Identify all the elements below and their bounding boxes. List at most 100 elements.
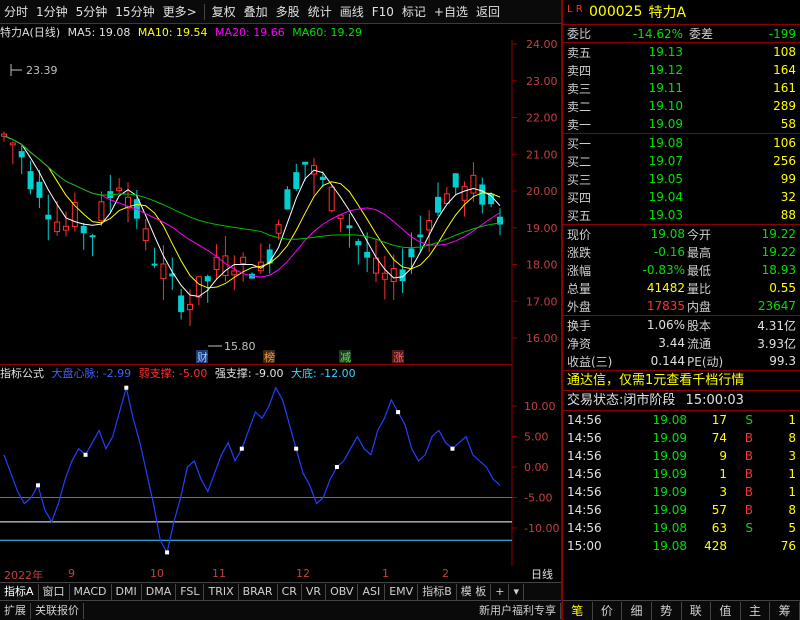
- ma60-line: [3, 135, 501, 249]
- candle-body: [116, 187, 123, 192]
- candle-body: [452, 173, 459, 188]
- signal-marker: [83, 452, 88, 457]
- candle-body: [27, 171, 34, 190]
- stock-period-label: 特力A(日线): [0, 26, 61, 39]
- tab-value[interactable]: 值: [711, 601, 741, 620]
- date-tick: 2: [442, 567, 449, 580]
- tab-brar[interactable]: BRAR: [239, 583, 278, 600]
- toolbar-f10[interactable]: F10: [368, 1, 398, 23]
- tab-vr[interactable]: VR: [302, 583, 327, 600]
- order-row-buy1[interactable]: 买一 19.08 106: [563, 134, 800, 152]
- tab-macd[interactable]: MACD: [70, 583, 112, 600]
- signal-marker: [294, 446, 299, 451]
- date-tick: 1: [382, 567, 389, 580]
- date-tick: 11: [212, 567, 226, 580]
- buy-book: 买一 19.08 106 买二 19.07 256 买三 19.05 99 买四 19.04 3…: [563, 133, 800, 224]
- order-row-buy2[interactable]: 买二 19.07 256: [563, 152, 800, 170]
- order-row-sell3[interactable]: 卖三 19.11 161: [563, 79, 800, 97]
- tab-dma[interactable]: DMA: [142, 583, 177, 600]
- period-button[interactable]: 日线: [531, 566, 553, 582]
- tab-trend[interactable]: 势: [652, 601, 682, 620]
- toolbar-diejia[interactable]: 叠加: [240, 1, 272, 23]
- tab-template[interactable]: 模 板: [457, 583, 492, 600]
- price-axis-label: 24.00: [526, 38, 558, 51]
- toolbar-duogu[interactable]: 多股: [272, 1, 304, 23]
- tab-trix[interactable]: TRIX: [204, 583, 239, 600]
- ind-axis-label: 5.00: [524, 431, 549, 444]
- candle-body: [426, 220, 433, 231]
- tab-chips[interactable]: 筹: [770, 601, 800, 620]
- weicha-label: 委差: [689, 27, 714, 41]
- toolbar-biaoji[interactable]: 标记: [398, 1, 430, 23]
- tab-price[interactable]: 价: [593, 601, 623, 620]
- event-label-cai: 财: [197, 350, 208, 364]
- tab-window[interactable]: 窗口: [39, 583, 70, 600]
- order-row-sell4[interactable]: 卖四 19.12 164: [563, 61, 800, 79]
- stock-name: 特力A: [648, 5, 687, 21]
- tab-dmi[interactable]: DMI: [112, 583, 142, 600]
- date-tick: 12: [296, 567, 310, 580]
- toolbar-huaxian[interactable]: 画线: [336, 1, 368, 23]
- toolbar-fenshi[interactable]: 分时: [0, 1, 32, 23]
- tick-row: 14:56 19.09 9 B 3: [567, 449, 796, 463]
- tab-dropdown[interactable]: ▾: [509, 583, 524, 600]
- order-row-sell2[interactable]: 卖二 19.10 289: [563, 97, 800, 115]
- order-row-sell5[interactable]: 卖五 19.13 108: [563, 43, 800, 61]
- indicator-legend: 指标公式 大盘心脉: -2.99 弱支撑: -5.00 强支撑: -9.00 大…: [0, 364, 512, 382]
- tab-main[interactable]: 主: [741, 601, 771, 620]
- tab-link[interactable]: 联: [682, 601, 712, 620]
- order-row-sell1[interactable]: 卖一 19.09 58: [563, 115, 800, 133]
- indicator-legend-l4: 大底: -12.00: [291, 367, 356, 380]
- tab-add[interactable]: +: [491, 583, 510, 600]
- candle-body: [213, 256, 220, 270]
- toolbar-5min[interactable]: 5分钟: [72, 1, 112, 23]
- candle-body: [187, 303, 193, 311]
- candle-body: [408, 248, 415, 258]
- candle-body: [178, 295, 185, 313]
- candle-body: [1, 133, 7, 137]
- toolbar-add-favorite[interactable]: +自选: [430, 1, 472, 23]
- order-row-buy5[interactable]: 买五 19.03 88: [563, 206, 800, 224]
- related-quotes-button[interactable]: 关联报价: [31, 602, 84, 619]
- tick-row: 14:56 19.08 63 S 5: [567, 521, 796, 535]
- promo-banner[interactable]: 通达信，仅需1元查看千档行情: [563, 370, 800, 390]
- indicator-chart[interactable]: 10.00 5.00 0.00 -5.00 -10.00: [0, 364, 561, 566]
- candle-body: [54, 221, 61, 233]
- candle-body: [381, 272, 388, 280]
- tab-indicator-b[interactable]: 指标B: [418, 583, 457, 600]
- tab-cr[interactable]: CR: [278, 583, 302, 600]
- quote-row-change: 涨跌 -0.16 最高 19.22: [567, 245, 796, 260]
- candle-body: [151, 263, 158, 266]
- tab-indicator-a[interactable]: 指标A: [0, 583, 39, 600]
- toolbar-fuquan[interactable]: 复权: [208, 1, 240, 23]
- candle-body: [461, 185, 468, 201]
- trade-status: 交易状态:闭市阶段 15:00:03: [563, 390, 800, 410]
- toolbar-more[interactable]: 更多>: [159, 1, 201, 23]
- stock-header: L R 000025 特力A: [563, 0, 800, 24]
- tab-emv[interactable]: EMV: [385, 583, 419, 600]
- tab-ticks[interactable]: 笔: [563, 601, 593, 620]
- order-row-buy4[interactable]: 买四 19.04 32: [563, 188, 800, 206]
- toolbar-tongji[interactable]: 统计: [304, 1, 336, 23]
- signal-marker: [334, 465, 339, 469]
- toolbar-15min[interactable]: 15分钟: [111, 1, 158, 23]
- ma20-legend: MA20: 19.66: [215, 26, 285, 39]
- low-annotation: 15.80: [208, 340, 256, 353]
- candlestick-chart[interactable]: 23.39 15.80 财 榜 减 涨 24.00 23.00 22.00 21.00…: [0, 24, 561, 364]
- expand-button[interactable]: 扩展: [0, 602, 31, 619]
- tab-detail[interactable]: 细: [622, 601, 652, 620]
- date-axis: 2022年 9 10 11 12 1 2 日线: [0, 566, 561, 582]
- tick-row: 14:56 19.09 74 B 8: [567, 431, 796, 445]
- candle-body: [319, 176, 326, 181]
- tab-obv[interactable]: OBV: [326, 583, 359, 600]
- toolbar-back[interactable]: 返回: [472, 1, 504, 23]
- order-row-buy3[interactable]: 买三 19.05 99: [563, 170, 800, 188]
- new-user-promo[interactable]: 新用户福利专享: [475, 602, 561, 619]
- quote-panel-tabs: 笔 价 细 势 联 值 主 筹: [563, 600, 800, 620]
- price-axis-label: 18.00: [526, 259, 558, 272]
- toolbar-1min[interactable]: 1分钟: [32, 1, 72, 23]
- tab-fsl[interactable]: FSL: [176, 583, 205, 600]
- candle-body: [240, 256, 247, 264]
- signal-marker: [124, 385, 129, 390]
- tab-asi[interactable]: ASI: [358, 583, 386, 600]
